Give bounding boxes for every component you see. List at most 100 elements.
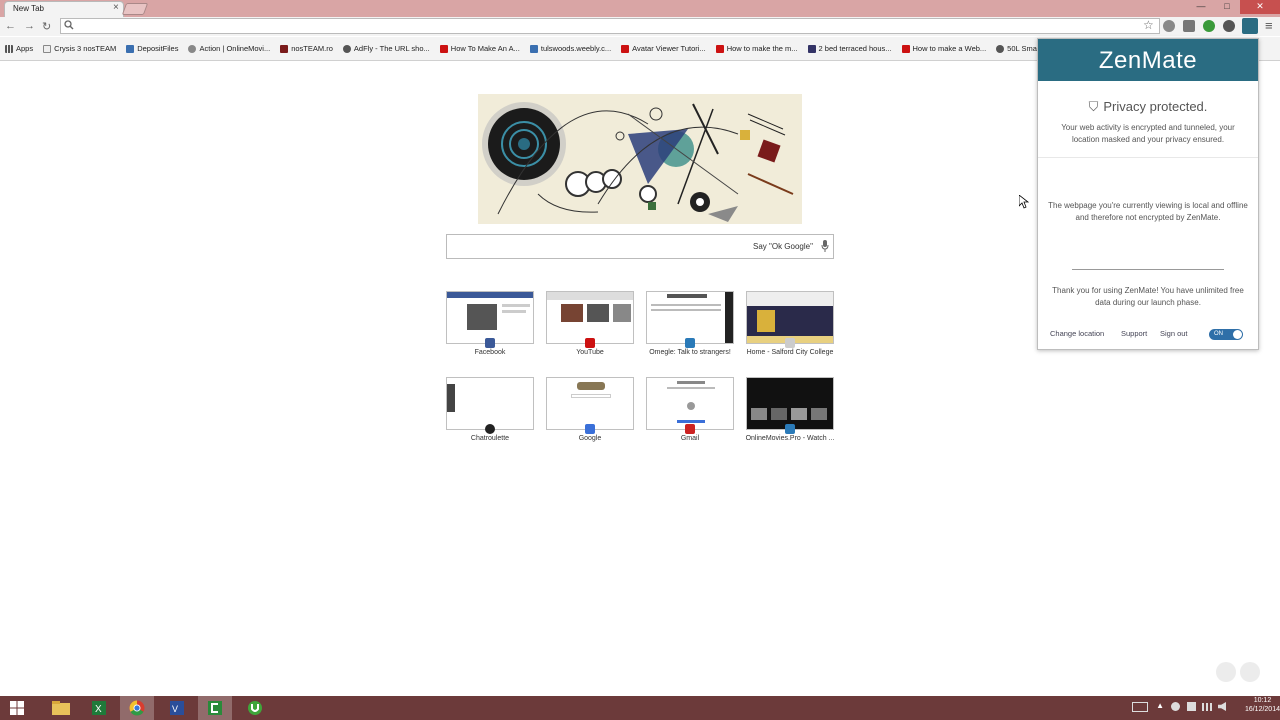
taskbar-file-explorer[interactable] xyxy=(44,696,78,720)
bookmark-item[interactable]: DepositFiles xyxy=(126,44,178,53)
tab-new-tab[interactable]: New Tab × xyxy=(4,1,124,17)
google-doodle[interactable] xyxy=(478,94,802,224)
most-visited-tile-omegle[interactable] xyxy=(646,291,734,344)
bookmark-item[interactable]: How to make a Web... xyxy=(901,44,987,53)
tray-icon[interactable] xyxy=(1187,702,1196,711)
browser-toolbar: ← → ↻ xyxy=(0,17,1280,36)
bookmark-item[interactable]: tulswoods.weebly.c... xyxy=(529,44,611,53)
microphone-icon[interactable] xyxy=(821,240,829,252)
bookmark-item[interactable]: nosTEAM.ro xyxy=(280,44,333,53)
most-visited-tile-onlinemovies[interactable] xyxy=(746,377,834,430)
svg-text:V: V xyxy=(172,704,178,714)
bookmark-star-icon[interactable]: ☆ xyxy=(1143,18,1154,32)
tab-close-icon[interactable]: × xyxy=(113,2,119,13)
folder-icon xyxy=(52,701,70,715)
zenmate-popup: ZenMate ⛉ Privacy protected. Your web act… xyxy=(1037,38,1259,350)
favicon-icon xyxy=(188,44,197,53)
taskbar-chrome[interactable] xyxy=(120,696,154,720)
bookmark-label: How to make the m... xyxy=(726,44,798,53)
window-controls: — □ ✕ xyxy=(1188,0,1280,14)
protection-toggle[interactable]: ON xyxy=(1209,329,1243,340)
address-bar[interactable] xyxy=(60,18,1160,34)
bookmark-item[interactable]: Avatar Viewer Tutori... xyxy=(621,44,706,53)
taskbar-utorrent[interactable] xyxy=(238,696,272,720)
bookmark-item[interactable]: AdFly - The URL sho... xyxy=(342,44,430,53)
bookmark-label: DepositFiles xyxy=(137,44,179,53)
favicon-icon xyxy=(807,44,816,53)
thumbnail-searchbox xyxy=(571,394,611,398)
thanks-message: Thank you for using ZenMate! You have un… xyxy=(1052,286,1244,307)
most-visited-tile-chatroulette[interactable] xyxy=(446,377,534,430)
bookmark-item[interactable]: Apps xyxy=(5,44,33,53)
windows-logo-icon xyxy=(10,701,24,715)
sign-out-link[interactable]: Sign out xyxy=(1160,329,1188,338)
thumbnail-image xyxy=(467,304,497,330)
taskbar-camtasia[interactable] xyxy=(198,696,232,720)
most-visited-tile-salford-college[interactable] xyxy=(746,291,834,344)
overlay-circle-icon xyxy=(1240,662,1260,682)
thumbnail-image xyxy=(757,310,775,332)
start-button[interactable] xyxy=(0,696,34,720)
toggle-knob xyxy=(1233,330,1242,339)
keyboard-icon[interactable] xyxy=(1132,702,1148,712)
tray-expand-icon[interactable]: ▲ xyxy=(1156,701,1164,710)
bookmark-label: How to make a Web... xyxy=(912,44,987,53)
omegle-icon xyxy=(685,338,695,348)
toggle-label: ON xyxy=(1214,331,1223,337)
bookmark-item[interactable]: 50L Smar xyxy=(996,44,1039,53)
favicon-icon xyxy=(342,44,351,53)
tile-label: OnlineMovies.Pro - Watch ... xyxy=(745,435,835,442)
divider xyxy=(1038,157,1258,158)
maximize-button[interactable]: □ xyxy=(1214,0,1240,14)
thumbnail-text-line xyxy=(651,304,721,306)
minimize-button[interactable]: — xyxy=(1188,0,1214,14)
thumbnail-avatar xyxy=(687,402,695,410)
reload-button[interactable]: ↻ xyxy=(42,20,51,33)
taskbar-excel[interactable]: X xyxy=(82,696,116,720)
clock-date: 16/12/2014 xyxy=(1244,706,1280,713)
new-tab-button[interactable] xyxy=(121,3,149,15)
voice-search-hint: Say "Ok Google" xyxy=(753,242,813,251)
tile-label: Google xyxy=(578,435,602,442)
change-location-link[interactable]: Change location xyxy=(1050,329,1104,338)
tab-title: New Tab xyxy=(13,4,44,13)
extension-icon-1[interactable] xyxy=(1163,20,1175,32)
thumbnail-text-line xyxy=(651,309,721,311)
extension-icon-2[interactable] xyxy=(1183,20,1195,32)
tray-icon[interactable] xyxy=(1171,702,1180,711)
forward-button[interactable]: → xyxy=(24,20,35,32)
bookmark-item[interactable]: How to make the m... xyxy=(715,44,798,53)
support-link[interactable]: Support xyxy=(1121,329,1147,338)
extension-icon-3[interactable] xyxy=(1203,20,1215,32)
volume-icon[interactable] xyxy=(1218,702,1226,711)
bookmark-item[interactable]: Action | OnlineMovi... xyxy=(188,44,270,53)
tile-label: Gmail xyxy=(680,435,700,442)
menu-icon[interactable]: ≡ xyxy=(1265,18,1273,33)
camtasia-icon xyxy=(208,701,222,715)
bookmark-item[interactable]: 2 bed terraced hous... xyxy=(807,44,892,53)
bookmark-item[interactable]: Crysis 3 nosTEAM xyxy=(43,44,116,53)
bookmark-item[interactable]: How To Make An A... xyxy=(439,44,520,53)
taskbar-virtualbox[interactable]: V xyxy=(160,696,194,720)
thumbnail-header xyxy=(547,292,633,300)
most-visited-tile-google[interactable] xyxy=(546,377,634,430)
clock[interactable]: 10:12 16/12/2014 xyxy=(1245,696,1280,714)
bookmark-label: Avatar Viewer Tutori... xyxy=(632,44,706,53)
google-search-input[interactable]: Say "Ok Google" xyxy=(446,234,834,259)
thumbnail-text-line xyxy=(502,310,526,313)
zenmate-extension-icon[interactable] xyxy=(1242,18,1258,34)
shield-icon: ⛉ xyxy=(1088,99,1099,114)
most-visited-tile-youtube[interactable] xyxy=(546,291,634,344)
close-window-button[interactable]: ✕ xyxy=(1240,0,1280,14)
excel-icon: X xyxy=(92,701,106,715)
most-visited-tile-facebook[interactable] xyxy=(446,291,534,344)
thumbnail-text-line xyxy=(667,387,715,389)
chatroulette-icon xyxy=(485,424,495,434)
doodle-artwork xyxy=(478,94,802,224)
extension-icon-4[interactable] xyxy=(1223,20,1235,32)
thumbnail-logo xyxy=(667,294,707,298)
most-visited-tile-gmail[interactable] xyxy=(646,377,734,430)
back-button[interactable]: ← xyxy=(5,20,16,32)
tile-label: Omegle: Talk to strangers! xyxy=(649,349,731,356)
network-icon[interactable] xyxy=(1202,703,1212,711)
